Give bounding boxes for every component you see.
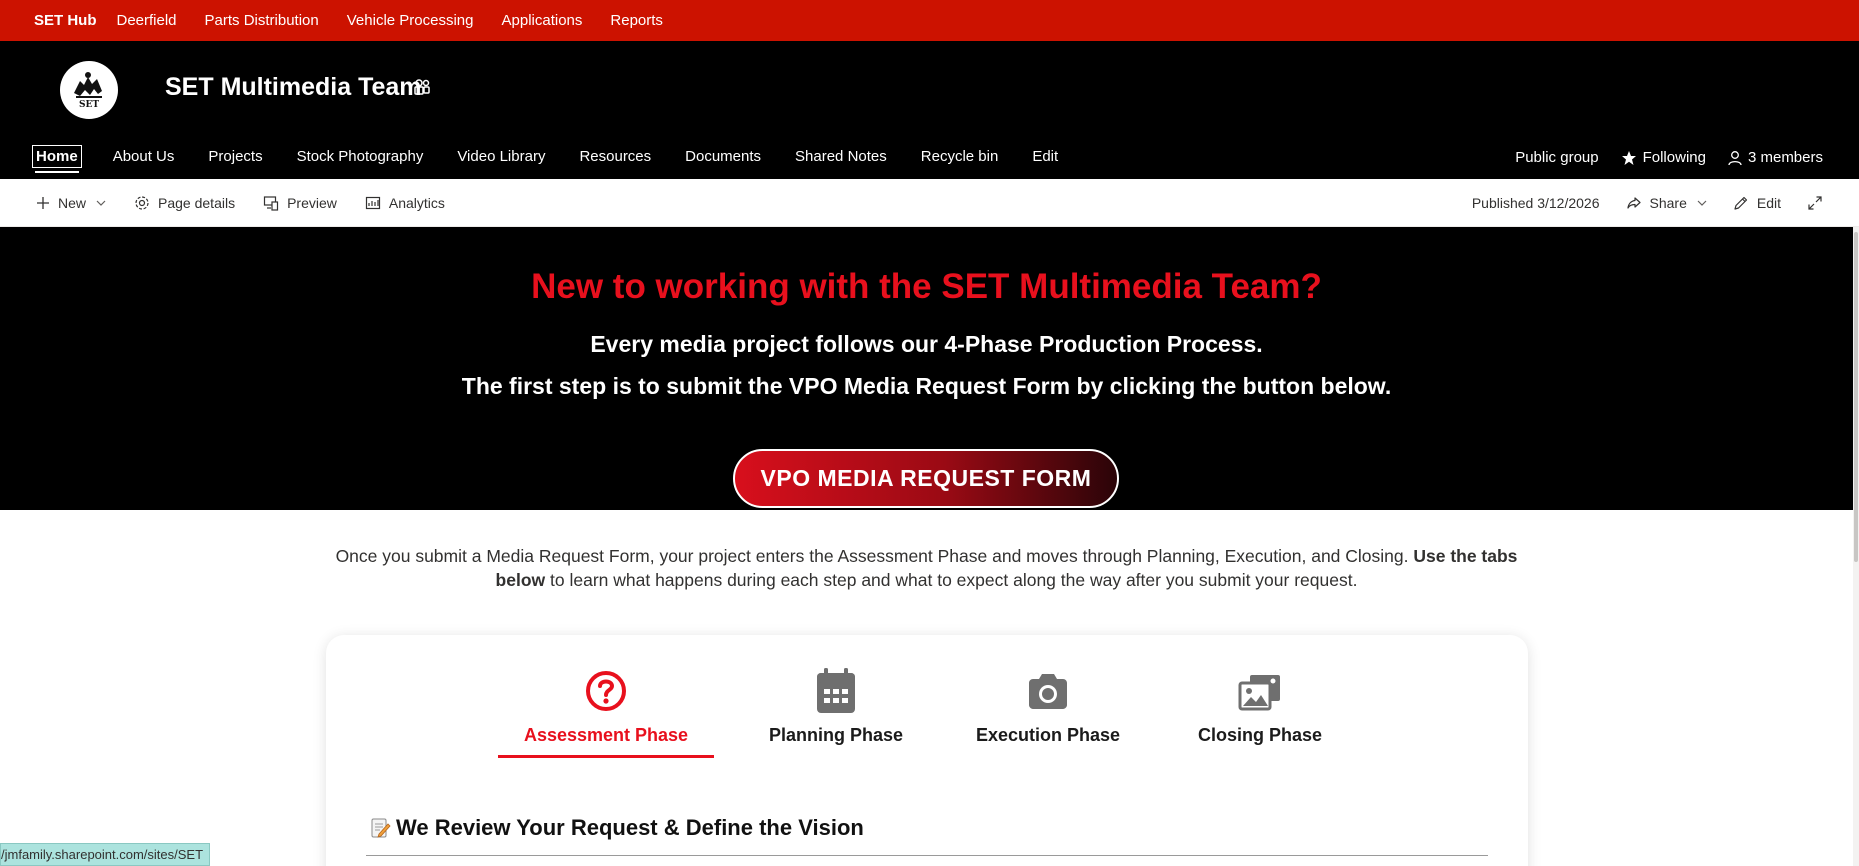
site-header: SET SET Multimedia Team Home About Us Pr… (0, 41, 1859, 179)
logo-emblem-icon: SET (74, 72, 102, 110)
phases-card: Assessment Phase Planning Phase Executio… (326, 635, 1528, 866)
tab-closing-phase[interactable]: Closing Phase (1160, 667, 1360, 746)
nav-stock-photography[interactable]: Stock Photography (294, 146, 427, 167)
star-icon (1621, 150, 1636, 165)
edit-label: Edit (1756, 195, 1781, 211)
tab-planning-label: Planning Phase (768, 725, 904, 745)
members-label: 3 members (1747, 149, 1823, 166)
intro-paragraph: Once you submit a Media Request Form, yo… (320, 544, 1533, 592)
page-details-label: Page details (158, 195, 236, 211)
expand-icon (1808, 196, 1822, 210)
site-navigation: Home About Us Projects Stock Photography… (32, 145, 1089, 173)
share-label: Share (1649, 195, 1687, 211)
status-bar-url: /jmfamily.sharepoint.com/sites/SET (0, 843, 211, 866)
nav-documents[interactable]: Documents (682, 146, 764, 167)
intro-text-before: Once you submit a Media Request Form, yo… (335, 546, 1414, 566)
hub-link-deerfield[interactable]: Deerfield (117, 12, 177, 29)
nav-video-library[interactable]: Video Library (454, 146, 548, 167)
question-circle-icon (586, 671, 626, 711)
chevron-down-icon (1697, 200, 1707, 206)
following-button[interactable]: Following (1621, 149, 1706, 166)
nav-projects[interactable]: Projects (205, 146, 265, 167)
new-button[interactable]: New (36, 195, 106, 211)
analytics-label: Analytics (388, 195, 445, 211)
nav-resources[interactable]: Resources (576, 146, 654, 167)
site-logo[interactable]: SET (60, 61, 118, 119)
share-button[interactable]: Share (1626, 195, 1707, 211)
section-divider (366, 855, 1488, 856)
analytics-button[interactable]: Analytics (365, 195, 445, 211)
hub-link-vehicle-processing[interactable]: Vehicle Processing (347, 12, 474, 29)
chevron-down-icon (96, 200, 106, 206)
vpo-media-request-form-button[interactable]: VPO MEDIA REQUEST FORM (733, 449, 1119, 508)
command-bar: New Page details Preview Analytics Publi… (0, 179, 1859, 227)
new-label: New (58, 195, 87, 211)
group-members-icon[interactable] (412, 77, 432, 97)
site-title[interactable]: SET Multimedia Team (165, 73, 422, 102)
hero-subtitle-line-2: The first step is to submit the VPO Medi… (461, 373, 1392, 399)
expand-button[interactable] (1807, 195, 1831, 211)
hub-link-parts-distribution[interactable]: Parts Distribution (205, 12, 319, 29)
tab-planning-phase[interactable]: Planning Phase (736, 667, 936, 746)
hero-banner: New to working with the SET Multimedia T… (0, 227, 1853, 510)
hub-link-reports[interactable]: Reports (610, 12, 663, 29)
tab-execution-phase[interactable]: Execution Phase (948, 667, 1148, 746)
camera-icon (1029, 674, 1067, 709)
following-label: Following (1642, 149, 1706, 166)
section-heading: We Review Your Request & Define the Visi… (368, 815, 864, 841)
tab-assessment-phase[interactable]: Assessment Phase (498, 667, 714, 746)
site-info: Public group Following 3 members (1493, 149, 1823, 166)
nav-edit[interactable]: Edit (1029, 146, 1061, 167)
memo-icon (371, 818, 391, 838)
nav-about-us[interactable]: About Us (110, 146, 178, 167)
preview-devices-icon (263, 196, 279, 211)
section-heading-text: We Review Your Request & Define the Visi… (396, 815, 864, 840)
hub-title-link[interactable]: SET Hub (34, 12, 97, 29)
published-status: Published 3/12/2026 (1471, 195, 1600, 211)
members-button[interactable]: 3 members (1728, 149, 1823, 166)
analytics-icon (365, 196, 380, 210)
active-tab-indicator (498, 755, 714, 758)
share-icon (1626, 197, 1641, 209)
hub-link-applications[interactable]: Applications (502, 12, 583, 29)
page-details-button[interactable]: Page details (134, 195, 235, 211)
tab-closing-label: Closing Phase (1197, 725, 1323, 745)
tab-execution-label: Execution Phase (975, 725, 1121, 745)
tab-assessment-label: Assessment Phase (523, 725, 689, 745)
hero-title: New to working with the SET Multimedia T… (531, 267, 1322, 306)
calendar-icon (817, 668, 855, 713)
pencil-icon (1734, 196, 1747, 210)
hero-subtitle-line-1: Every media project follows our 4-Phase … (590, 331, 1263, 357)
preview-button[interactable]: Preview (263, 195, 337, 211)
photo-gallery-icon (1238, 675, 1280, 711)
hub-navigation-bar: SET Hub Deerfield Parts Distribution Veh… (0, 0, 1859, 41)
preview-label: Preview (287, 195, 337, 211)
page-scrollbar-thumb[interactable] (1854, 232, 1858, 562)
plus-icon (37, 197, 49, 209)
edit-page-button[interactable]: Edit (1733, 195, 1781, 211)
nav-home[interactable]: Home (32, 145, 82, 173)
group-privacy-label: Public group (1515, 149, 1599, 166)
intro-text-after: to learn what happens during each step a… (545, 570, 1358, 590)
gear-icon (135, 196, 149, 210)
nav-recycle-bin[interactable]: Recycle bin (918, 146, 1002, 167)
nav-shared-notes[interactable]: Shared Notes (792, 146, 890, 167)
person-icon (1728, 150, 1742, 165)
logo-text: SET (79, 100, 99, 110)
